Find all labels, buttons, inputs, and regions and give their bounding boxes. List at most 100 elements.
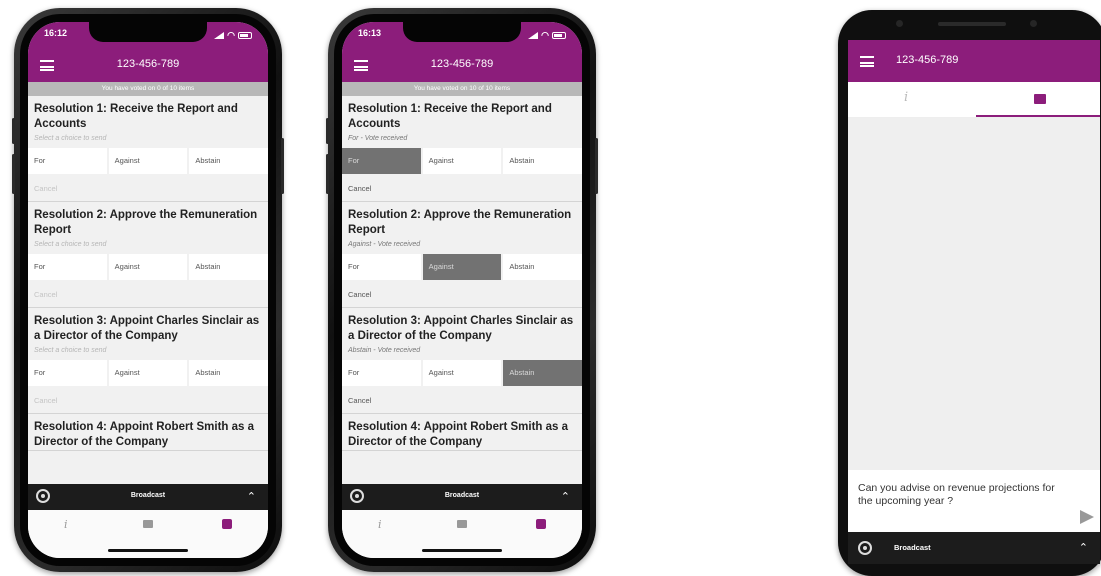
tab-bar: i <box>28 510 268 558</box>
tab-info[interactable]: i <box>64 518 68 531</box>
vote-status-text: Select a choice to send <box>34 241 107 248</box>
choice-for-button[interactable]: For <box>28 360 107 386</box>
choice-for-button[interactable]: For <box>342 148 421 174</box>
phone-screen-2: 16:13 ◠ 123-456-789 You have voted on 10… <box>342 22 582 558</box>
vote-progress-banner: You have voted on 10 of 10 items <box>342 82 582 96</box>
tab-info[interactable]: i <box>904 90 908 105</box>
resolution-title: Resolution 2: Approve the Remuneration R… <box>348 209 572 236</box>
cancel-button[interactable]: Cancel <box>28 280 268 307</box>
notch <box>403 22 521 42</box>
choice-abstain-button[interactable]: Abstain <box>189 254 268 280</box>
battery-icon <box>552 31 566 39</box>
tab-bar: i <box>342 510 582 558</box>
resolution-card: Resolution 4: Appoint Robert Smith as a … <box>342 414 582 451</box>
choice-row: For Against Abstain <box>28 148 268 174</box>
vote-status-text: Select a choice to send <box>34 135 107 142</box>
resolution-card: Resolution 1: Receive the Report and Acc… <box>342 96 582 202</box>
clock: 16:12 <box>44 28 68 38</box>
tab-chat[interactable] <box>1034 94 1046 104</box>
resolution-title: Resolution 1: Receive the Report and Acc… <box>34 103 238 130</box>
choice-against-button[interactable]: Against <box>422 148 502 174</box>
home-indicator <box>108 549 188 552</box>
tab-vote[interactable] <box>222 519 232 529</box>
chevron-up-icon[interactable]: ⌃ <box>561 490 570 503</box>
iphone-frame-1: 16:12 ◠ 123-456-789 You have voted on 0 … <box>12 8 284 572</box>
choice-abstain-button[interactable]: Abstain <box>503 148 582 174</box>
cancel-button[interactable]: Cancel <box>28 174 268 201</box>
tab-vote[interactable] <box>536 519 546 529</box>
vote-progress-banner: You have voted on 0 of 10 items <box>28 82 268 96</box>
volume-button <box>12 118 15 144</box>
choice-for-button[interactable]: For <box>28 148 107 174</box>
tab-info[interactable]: i <box>378 518 382 531</box>
choice-row: For Against Abstain <box>342 254 582 280</box>
volume-button <box>326 154 329 194</box>
cancel-button[interactable]: Cancel <box>342 280 582 307</box>
sensor <box>1030 20 1037 27</box>
hamburger-menu-icon[interactable] <box>860 56 874 67</box>
choice-for-button[interactable]: For <box>342 360 421 386</box>
signal-icon <box>528 31 539 39</box>
broadcast-label: Broadcast <box>444 492 480 499</box>
tab-chat[interactable] <box>457 520 467 528</box>
choice-for-button[interactable]: For <box>28 254 107 280</box>
resolution-title: Resolution 2: Approve the Remuneration R… <box>34 209 258 236</box>
app-bar: 123-456-789 <box>848 40 1100 82</box>
chevron-up-icon[interactable]: ⌃ <box>1079 541 1088 554</box>
resolution-title: Resolution 1: Receive the Report and Acc… <box>348 103 552 130</box>
top-tabs: i <box>848 82 1100 118</box>
power-button <box>595 138 598 194</box>
cancel-button[interactable]: Cancel <box>342 174 582 201</box>
choice-abstain-button[interactable]: Abstain <box>189 360 268 386</box>
choice-against-button[interactable]: Against <box>422 254 502 280</box>
status-icons: ◠ <box>214 28 252 42</box>
choice-against-button[interactable]: Against <box>108 360 188 386</box>
resolution-card: Resolution 3: Appoint Charles Sinclair a… <box>28 308 268 414</box>
active-tab-indicator <box>976 115 1100 117</box>
volume-button <box>12 154 15 194</box>
broadcast-bar[interactable]: Broadcast ⌃ <box>848 532 1100 564</box>
phone-screen-1: 16:12 ◠ 123-456-789 You have voted on 0 … <box>28 22 268 558</box>
choice-row: For Against Abstain <box>342 360 582 386</box>
resolution-title: Resolution 4: Appoint Robert Smith as a … <box>348 421 568 448</box>
android-screen: 123-456-789 i Can you advise on revenue … <box>848 40 1100 544</box>
meeting-id: 123-456-789 <box>430 58 494 70</box>
chevron-up-icon[interactable]: ⌃ <box>247 490 256 503</box>
cancel-button[interactable]: Cancel <box>28 386 268 413</box>
battery-icon <box>238 31 252 39</box>
choice-abstain-button[interactable]: Abstain <box>189 148 268 174</box>
choice-row: For Against Abstain <box>28 254 268 280</box>
resolution-list[interactable]: Resolution 1: Receive the Report and Acc… <box>28 96 268 484</box>
resolution-card: Resolution 3: Appoint Charles Sinclair a… <box>342 308 582 414</box>
cancel-button[interactable]: Cancel <box>342 386 582 413</box>
volume-button <box>326 118 329 144</box>
choice-against-button[interactable]: Against <box>422 360 502 386</box>
meeting-id: 123-456-789 <box>896 54 959 66</box>
resolution-card: Resolution 4: Appoint Robert Smith as a … <box>28 414 268 451</box>
resolution-list[interactable]: Resolution 1: Receive the Report and Acc… <box>342 96 582 484</box>
tab-chat[interactable] <box>143 520 153 528</box>
choice-row: For Against Abstain <box>28 360 268 386</box>
broadcast-bar[interactable]: Broadcast ⌃ <box>28 484 268 510</box>
android-frame: 123-456-789 i Can you advise on revenue … <box>838 10 1101 576</box>
choice-for-button[interactable]: For <box>342 254 421 280</box>
broadcast-label: Broadcast <box>894 543 931 552</box>
showcase-stage: 16:12 ◠ 123-456-789 You have voted on 0 … <box>0 0 1101 576</box>
message-input[interactable]: Can you advise on revenue projections fo… <box>858 482 1058 508</box>
vote-status-text: Abstain - Vote received <box>348 347 421 354</box>
broadcast-bar[interactable]: Broadcast ⌃ <box>342 484 582 510</box>
status-icons: ◠ <box>528 28 566 42</box>
choice-abstain-button[interactable]: Abstain <box>503 360 582 386</box>
broadcast-label: Broadcast <box>130 492 166 499</box>
vote-status-text: Against - Vote received <box>348 241 421 248</box>
choice-abstain-button[interactable]: Abstain <box>503 254 582 280</box>
choice-against-button[interactable]: Against <box>108 148 188 174</box>
resolution-card: Resolution 1: Receive the Report and Acc… <box>28 96 268 202</box>
wifi-icon: ◠ <box>227 29 235 40</box>
iphone-frame-2: 16:13 ◠ 123-456-789 You have voted on 10… <box>326 8 598 572</box>
broadcast-icon <box>858 541 872 555</box>
vote-status-text: Select a choice to send <box>34 347 107 354</box>
chat-messages-area <box>848 118 1100 470</box>
send-icon[interactable] <box>1080 510 1094 524</box>
choice-against-button[interactable]: Against <box>108 254 188 280</box>
